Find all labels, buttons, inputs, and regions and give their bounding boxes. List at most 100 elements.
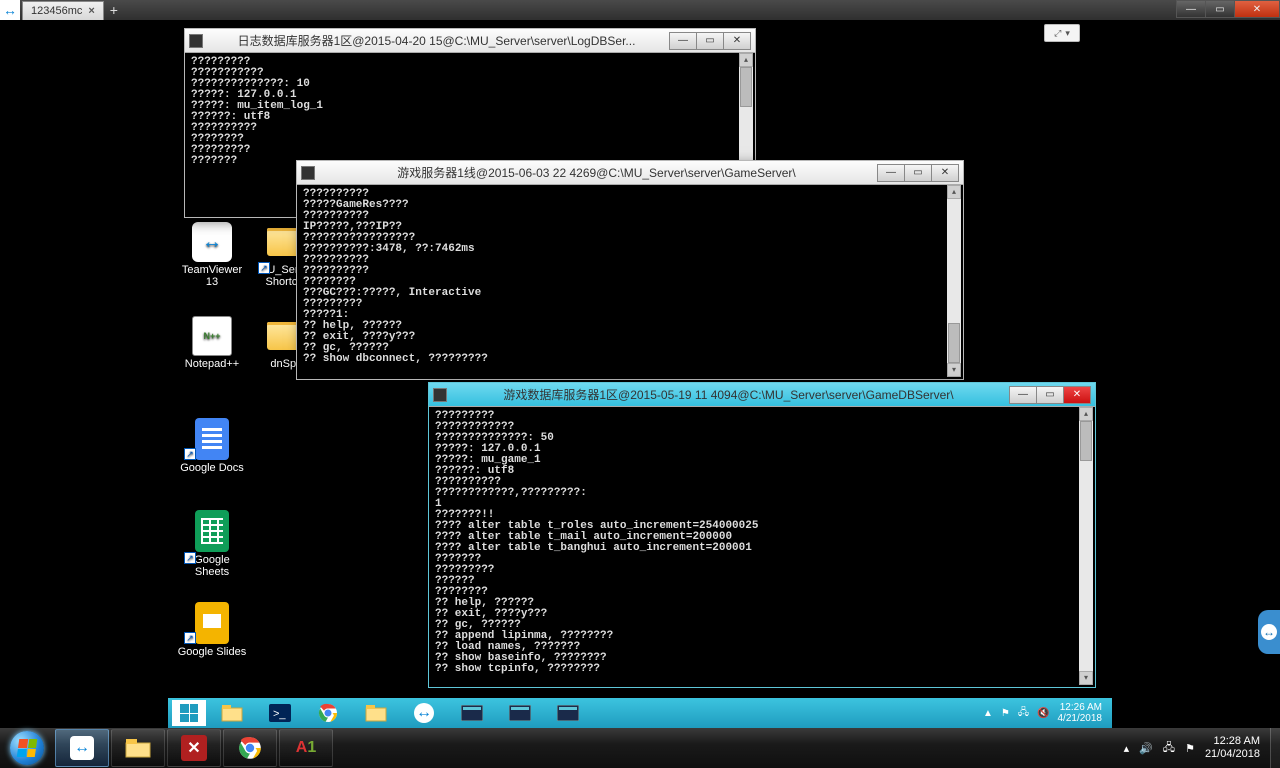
window-gameserver[interactable]: 游戏服务器1线@2015-06-03 22 4269@C:\MU_Server\… (296, 160, 964, 380)
tray-network-icon[interactable]: 🖧 (1163, 739, 1175, 758)
minimize-button[interactable]: — (1176, 0, 1206, 18)
maximize-button[interactable]: ▭ (1036, 386, 1064, 404)
host-taskbar-teamviewer[interactable]: ↔ (55, 729, 109, 767)
scroll-thumb[interactable] (948, 323, 960, 363)
tray-volume-icon[interactable]: 🔇 (1037, 708, 1049, 719)
remote-clock[interactable]: 12:26 AM 4/21/2018 (1058, 702, 1103, 724)
remote-desktop[interactable]: TeamViewer 13 ↗ MU_Server Shortcut Notep… (168, 20, 1112, 728)
host-start-button[interactable] (0, 728, 54, 768)
taskbar-explorer-button[interactable] (210, 700, 254, 726)
chevron-down-icon: ▾ (1065, 28, 1070, 39)
expand-icon: ⤢ (1054, 28, 1061, 39)
app-icon (301, 166, 315, 180)
show-desktop-button[interactable] (1270, 728, 1280, 768)
close-tab-icon[interactable]: × (88, 5, 94, 17)
minimize-button[interactable]: — (877, 164, 905, 182)
close-button[interactable]: ✕ (1063, 386, 1091, 404)
maximize-button[interactable]: ▭ (1205, 0, 1235, 18)
session-tab-label: 123456mc (31, 5, 82, 17)
icon-label: Google Docs (176, 462, 248, 474)
close-button[interactable]: ✕ (1234, 0, 1280, 18)
remote-time: 12:26 AM (1058, 702, 1103, 713)
teamviewer-icon: ↔ (0, 0, 20, 20)
tray-chevron-up-icon[interactable]: ▴ (1124, 742, 1130, 755)
maximize-button[interactable]: ▭ (904, 164, 932, 182)
host-taskbar-explorer[interactable] (111, 729, 165, 767)
scrollbar[interactable]: ▴ ▾ (947, 185, 961, 377)
scroll-up-icon[interactable]: ▴ (739, 53, 753, 67)
teamviewer-icon (192, 222, 232, 262)
scroll-down-icon[interactable]: ▾ (947, 363, 961, 377)
session-tab[interactable]: 123456mc × (22, 1, 104, 20)
shortcut-badge-icon: ↗ (184, 552, 196, 564)
teamviewer-side-button[interactable]: ↔ (1258, 610, 1280, 654)
remote-tray[interactable]: ▲ ⚑ 🖧 🔇 12:26 AM 4/21/2018 (983, 702, 1108, 724)
desktop-icon-google-sheets[interactable]: ↗ Google Sheets (176, 510, 248, 578)
shortcut-badge-icon: ↗ (184, 448, 196, 460)
app-icon (433, 388, 447, 402)
scroll-up-icon[interactable]: ▴ (947, 185, 961, 199)
google-docs-icon (195, 418, 229, 460)
host-taskbar-app-a1[interactable]: A1 (279, 729, 333, 767)
google-sheets-icon (195, 510, 229, 552)
teamviewer-icon: ↔ (1261, 624, 1277, 640)
remote-date: 4/21/2018 (1058, 713, 1103, 724)
host-tray[interactable]: ▴ 🔊 🖧 ⚑ 12:28 AM 21/04/2018 (1114, 735, 1270, 761)
host-window-controls: — ▭ ✕ (1177, 0, 1280, 20)
minimize-button[interactable]: — (669, 32, 697, 50)
window-title: 游戏服务器1线@2015-06-03 22 4269@C:\MU_Server\… (321, 164, 872, 181)
window-title: 游戏数据库服务器1区@2015-05-19 11 4094@C:\MU_Serv… (453, 386, 1004, 403)
tray-flag-icon[interactable]: ⚑ (1185, 742, 1195, 755)
start-button[interactable] (172, 700, 206, 726)
host-time: 12:28 AM (1205, 735, 1260, 748)
session-toolbar-pill[interactable]: ⤢▾ (1044, 24, 1080, 42)
host-clock[interactable]: 12:28 AM 21/04/2018 (1205, 735, 1260, 761)
icon-label: Notepad++ (176, 358, 248, 370)
scroll-thumb[interactable] (740, 67, 752, 107)
tray-network-icon[interactable]: 🖧 (1018, 705, 1029, 722)
taskbar-console3-button[interactable] (546, 700, 590, 726)
titlebar[interactable]: 游戏服务器1线@2015-06-03 22 4269@C:\MU_Server\… (297, 161, 963, 185)
close-button[interactable]: ✕ (931, 164, 959, 182)
host-taskbar-app-red[interactable]: ✕ (167, 729, 221, 767)
desktop-icon-google-docs[interactable]: ↗ Google Docs (176, 418, 248, 474)
window-gamedbserver[interactable]: 游戏数据库服务器1区@2015-05-19 11 4094@C:\MU_Serv… (428, 382, 1096, 688)
titlebar[interactable]: 日志数据库服务器1区@2015-04-20 15@C:\MU_Server\se… (185, 29, 755, 53)
taskbar-powershell-button[interactable]: >_ (258, 700, 302, 726)
tray-flag2-icon[interactable]: ⚑ (1001, 708, 1010, 719)
shortcut-badge-icon: ↗ (184, 632, 196, 644)
icon-label: TeamViewer 13 (176, 264, 248, 288)
scrollbar[interactable]: ▴ ▾ (1079, 407, 1093, 685)
host-taskbar: ↔ ✕ A1 ▴ 🔊 🖧 ⚑ 12:28 AM 21/04/2018 (0, 728, 1280, 768)
host-tab-bar: ↔ 123456mc × + — ▭ ✕ (0, 0, 1280, 20)
close-button[interactable]: ✕ (723, 32, 751, 50)
scroll-up-icon[interactable]: ▴ (1079, 407, 1093, 421)
remote-taskbar: >_ ↔ ▲ ⚑ 🖧 🔇 12:26 AM 4/21/2018 (168, 698, 1112, 728)
console-output: ?????????? ?????GameRes???? ?????????? I… (299, 185, 947, 377)
host-taskbar-chrome[interactable] (223, 729, 277, 767)
taskbar-console1-button[interactable] (450, 700, 494, 726)
google-slides-icon (195, 602, 229, 644)
taskbar-console2-button[interactable] (498, 700, 542, 726)
titlebar[interactable]: 游戏数据库服务器1区@2015-05-19 11 4094@C:\MU_Serv… (429, 383, 1095, 407)
window-title: 日志数据库服务器1区@2015-04-20 15@C:\MU_Server\se… (209, 32, 664, 49)
maximize-button[interactable]: ▭ (696, 32, 724, 50)
tray-flag-icon[interactable]: ▲ (983, 708, 993, 719)
icon-label: Google Slides (176, 646, 248, 658)
console-output: ????????? ???????????? ??????????????: 5… (431, 407, 1079, 685)
taskbar-chrome-button[interactable] (306, 700, 350, 726)
notepadpp-icon (192, 316, 232, 356)
scroll-thumb[interactable] (1080, 421, 1092, 461)
desktop-icon-google-slides[interactable]: ↗ Google Slides (176, 602, 248, 658)
desktop-icon-teamviewer[interactable]: TeamViewer 13 (176, 222, 248, 288)
scroll-down-icon[interactable]: ▾ (1079, 671, 1093, 685)
tray-volume-icon[interactable]: 🔊 (1139, 742, 1153, 755)
new-tab-button[interactable]: + (104, 2, 124, 18)
host-date: 21/04/2018 (1205, 748, 1260, 761)
taskbar-explorer2-button[interactable] (354, 700, 398, 726)
taskbar-teamviewer-button[interactable]: ↔ (402, 700, 446, 726)
svg-text:>_: >_ (273, 708, 286, 720)
minimize-button[interactable]: — (1009, 386, 1037, 404)
shortcut-badge-icon: ↗ (258, 262, 270, 274)
desktop-icon-notepadpp[interactable]: Notepad++ (176, 316, 248, 370)
